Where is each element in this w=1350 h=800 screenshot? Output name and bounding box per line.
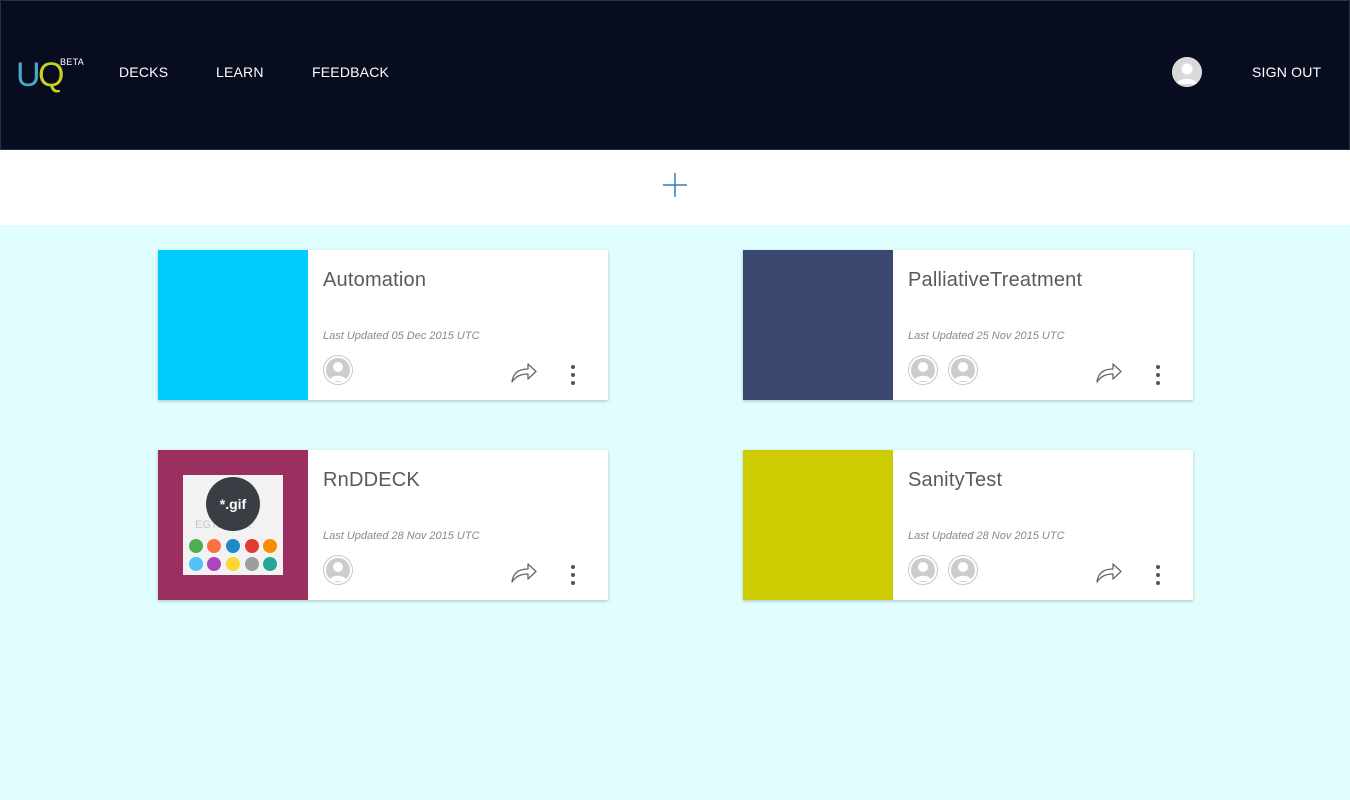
collaborator-avatar-icon[interactable] xyxy=(948,555,978,585)
more-options-button[interactable] xyxy=(1148,562,1168,588)
share-arrow-icon xyxy=(511,563,537,583)
more-vertical-icon xyxy=(571,365,575,385)
deck-thumbnail xyxy=(743,250,893,400)
deck-cover-image: EGTourBox *.gif xyxy=(183,475,283,575)
deck-last-updated: Last Updated 28 Nov 2015 UTC xyxy=(908,530,1065,542)
gif-badge: *.gif xyxy=(206,477,260,531)
share-button[interactable] xyxy=(1095,362,1123,384)
deck-last-updated: Last Updated 28 Nov 2015 UTC xyxy=(323,530,480,542)
deck-thumbnail: EGTourBox *.gif xyxy=(158,450,308,600)
deck-title[interactable]: SanityTest xyxy=(908,469,1002,492)
beta-badge: BETA xyxy=(60,57,85,67)
collaborator-avatar-icon[interactable] xyxy=(908,355,938,385)
logo-letter-u: U xyxy=(16,56,41,94)
plus-icon xyxy=(663,173,687,197)
deck-card-rnddeck[interactable]: EGTourBox *.gif RnDDECK Last Updated 28 … xyxy=(158,450,608,600)
uq-logo[interactable]: U Q BETA xyxy=(16,57,86,97)
collaborator-avatar-icon[interactable] xyxy=(323,555,353,585)
deck-title[interactable]: PalliativeTreatment xyxy=(908,269,1082,292)
more-vertical-icon xyxy=(1156,365,1160,385)
deck-title[interactable]: Automation xyxy=(323,269,426,292)
deck-last-updated: Last Updated 25 Nov 2015 UTC xyxy=(908,330,1065,342)
nav-feedback[interactable]: FEEDBACK xyxy=(312,64,389,80)
sign-out-link[interactable]: SIGN OUT xyxy=(1252,64,1321,80)
share-arrow-icon xyxy=(511,363,537,383)
collaborator-avatar-icon[interactable] xyxy=(323,355,353,385)
collaborator-avatar-icon[interactable] xyxy=(948,355,978,385)
nav-learn[interactable]: LEARN xyxy=(216,64,264,80)
more-vertical-icon xyxy=(1156,565,1160,585)
add-deck-button[interactable] xyxy=(662,172,688,198)
deck-last-updated: Last Updated 05 Dec 2015 UTC xyxy=(323,330,480,342)
deck-thumbnail xyxy=(743,450,893,600)
deck-thumbnail xyxy=(158,250,308,400)
more-options-button[interactable] xyxy=(1148,362,1168,388)
more-vertical-icon xyxy=(571,565,575,585)
share-button[interactable] xyxy=(510,562,538,584)
deck-title[interactable]: RnDDECK xyxy=(323,469,420,492)
deck-card-sanitytest[interactable]: SanityTest Last Updated 28 Nov 2015 UTC xyxy=(743,450,1193,600)
top-navigation-bar: U Q BETA DECKS LEARN FEEDBACK SIGN OUT xyxy=(0,0,1350,150)
collaborator-avatar-icon[interactable] xyxy=(908,555,938,585)
more-options-button[interactable] xyxy=(563,562,583,588)
share-arrow-icon xyxy=(1096,363,1122,383)
share-button[interactable] xyxy=(510,362,538,384)
more-options-button[interactable] xyxy=(563,362,583,388)
deck-card-palliativetreatment[interactable]: PalliativeTreatment Last Updated 25 Nov … xyxy=(743,250,1193,400)
deck-card-automation[interactable]: Automation Last Updated 05 Dec 2015 UTC xyxy=(158,250,608,400)
share-button[interactable] xyxy=(1095,562,1123,584)
nav-decks[interactable]: DECKS xyxy=(119,64,168,80)
share-arrow-icon xyxy=(1096,563,1122,583)
user-avatar-icon[interactable] xyxy=(1172,57,1202,87)
